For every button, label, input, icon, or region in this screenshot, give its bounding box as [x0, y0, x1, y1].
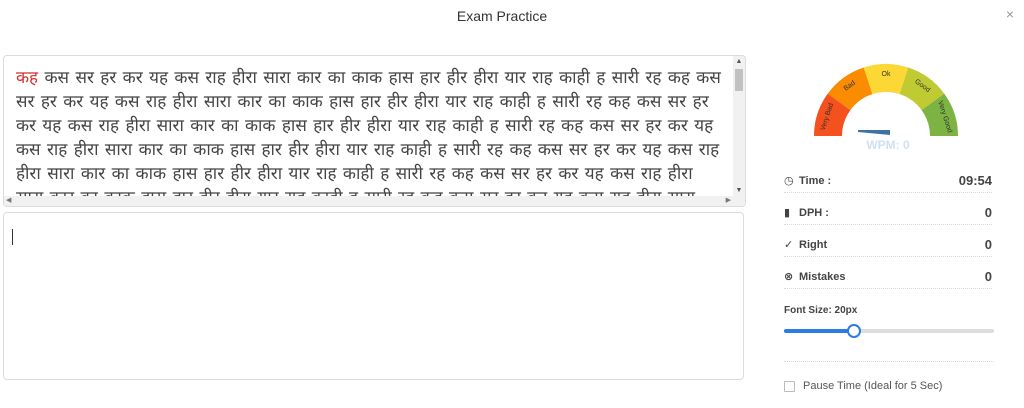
horizontal-scrollbar[interactable]: ◀ ▶	[4, 196, 733, 206]
scroll-right-arrow-icon[interactable]: ▶	[726, 196, 731, 206]
passage-body: कस सर हर कर यह कस राह हीरा सारा कार का क…	[16, 68, 721, 206]
slider-handle[interactable]	[847, 324, 861, 338]
slider-fill	[784, 329, 853, 333]
scrollbar-thumb[interactable]	[735, 69, 743, 91]
stat-right-label: Right	[799, 239, 828, 251]
gauge-label-ok: Ok	[882, 71, 891, 78]
font-size-slider[interactable]	[784, 324, 994, 338]
stat-right: ✓ Right 0	[784, 236, 992, 257]
text-caret	[12, 229, 13, 245]
page-title: Exam Practice	[456, 8, 548, 24]
current-word: कह	[16, 68, 39, 88]
check-circle-icon: ✓	[784, 239, 794, 251]
typing-input[interactable]	[3, 212, 744, 380]
wpm-readout: WPM: 0	[866, 138, 910, 152]
stat-dph-label: DPH :	[799, 207, 829, 219]
gauge-needle	[858, 130, 890, 135]
font-size-label: Font Size: 20px	[784, 305, 858, 316]
scroll-up-arrow-icon[interactable]: ▲	[733, 58, 745, 65]
stat-time: ◷ Time : 09:54	[784, 172, 992, 193]
stat-time-value: 09:54	[958, 173, 992, 188]
close-icon[interactable]: ×	[1002, 6, 1018, 22]
pause-time-label: Pause Time (Ideal for 5 Sec)	[803, 380, 943, 392]
stat-dph: ▮ DPH : 0	[784, 204, 992, 225]
bar-chart-icon: ▮	[784, 207, 791, 219]
stat-mistakes: ⊗ Mistakes 0	[784, 268, 992, 289]
clock-icon: ◷	[784, 175, 794, 187]
vertical-scrollbar[interactable]: ▲ ▼	[733, 56, 745, 206]
x-circle-icon: ⊗	[784, 271, 794, 283]
scroll-left-arrow-icon[interactable]: ◀	[6, 196, 11, 206]
passage-text: कह कस सर हर कर यह कस राह हीरा सारा कार क…	[16, 66, 724, 206]
stat-right-value: 0	[984, 237, 992, 252]
stat-mistakes-value: 0	[984, 269, 992, 284]
stat-dph-value: 0	[984, 205, 992, 220]
scroll-down-arrow-icon[interactable]: ▼	[733, 187, 745, 194]
pause-time-checkbox[interactable]	[784, 381, 795, 392]
passage-panel[interactable]: कह कस सर हर कर यह कस राह हीरा सारा कार क…	[3, 55, 746, 207]
stat-time-label: Time :	[799, 175, 832, 187]
divider	[784, 361, 994, 362]
stat-mistakes-label: Mistakes	[799, 271, 846, 283]
